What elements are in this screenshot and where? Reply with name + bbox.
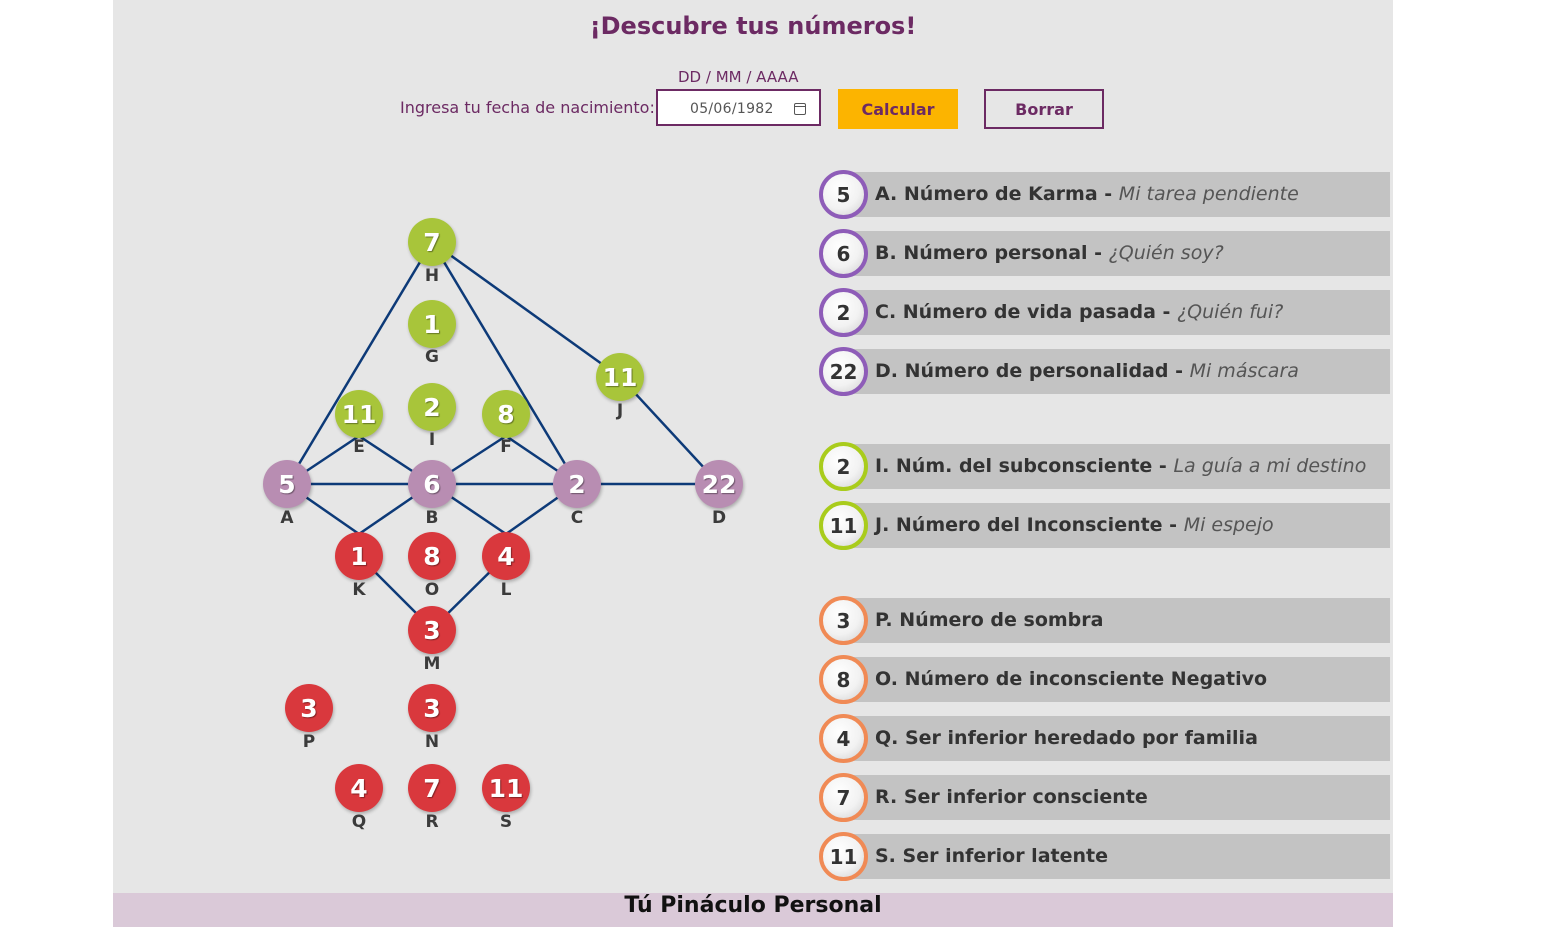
node-R: 7 xyxy=(408,764,456,812)
node-N-label: N xyxy=(424,732,440,752)
node-Q: 4 xyxy=(335,764,383,812)
result-row-negative-unconscious: 8 O. Número de inconsciente Negativo xyxy=(819,655,1390,704)
result-number-badge: 3 xyxy=(819,596,868,645)
result-number-badge: 11 xyxy=(819,832,868,881)
result-subtitle: Mi tarea pendiente xyxy=(1118,183,1299,205)
result-number-badge: 6 xyxy=(819,229,868,278)
result-subtitle: Mi espejo xyxy=(1183,514,1274,536)
result-number-badge: 8 xyxy=(819,655,868,704)
result-row-subconscious: 2 I. Núm. del subconsciente - La guía a … xyxy=(819,442,1390,491)
result-title: I. Núm. del subconsciente - xyxy=(875,455,1174,477)
result-row-karma: 5 A. Número de Karma - Mi tarea pendient… xyxy=(819,170,1390,219)
node-P: 3 xyxy=(285,684,333,732)
node-D: 22 xyxy=(695,460,743,508)
result-row-personality: 22 D. Número de personalidad - Mi máscar… xyxy=(819,347,1390,396)
node-S: 11 xyxy=(482,764,530,812)
result-text: P. Número de sombra xyxy=(875,609,1103,631)
node-K: 1 xyxy=(335,532,383,580)
node-E-label: E xyxy=(353,437,365,457)
result-row-latent-inferior: 11 S. Ser inferior latente xyxy=(819,832,1390,881)
node-J: 11 xyxy=(596,353,644,401)
node-O: 8 xyxy=(408,532,456,580)
result-number-badge: 22 xyxy=(819,347,868,396)
node-A: 5 xyxy=(263,460,311,508)
result-subtitle: La guía a mi destino xyxy=(1173,455,1367,477)
node-I-label: I xyxy=(428,430,436,450)
result-title: P. Número de sombra xyxy=(875,609,1104,631)
result-text: C. Número de vida pasada - ¿Quién fui? xyxy=(875,301,1283,323)
node-N: 3 xyxy=(408,684,456,732)
result-number-badge: 11 xyxy=(819,501,868,550)
footer-title: Tú Pináculo Personal xyxy=(113,893,1393,927)
result-row-unconscious: 11 J. Número del Inconsciente - Mi espej… xyxy=(819,501,1390,550)
result-row-conscious-inferior: 7 R. Ser inferior consciente xyxy=(819,773,1390,822)
result-title: B. Número personal - xyxy=(875,242,1109,264)
result-number-badge: 5 xyxy=(819,170,868,219)
result-title: J. Número del Inconsciente - xyxy=(875,514,1184,536)
result-text: O. Número de inconsciente Negativo xyxy=(875,668,1267,690)
result-subtitle: ¿Quién soy? xyxy=(1108,242,1224,264)
result-subtitle: Mi máscara xyxy=(1189,360,1299,382)
main-panel: ¡Descubre tus números! DD / MM / AAAA In… xyxy=(113,0,1393,927)
result-row-past-life: 2 C. Número de vida pasada - ¿Quién fui? xyxy=(819,288,1390,337)
node-I: 2 xyxy=(408,383,456,431)
node-J-label: J xyxy=(616,401,624,421)
result-title: D. Número de personalidad - xyxy=(875,360,1190,382)
node-S-label: S xyxy=(499,812,513,832)
node-C: 2 xyxy=(553,460,601,508)
node-R-label: R xyxy=(425,812,439,832)
node-M: 3 xyxy=(408,606,456,654)
node-Q-label: Q xyxy=(351,812,367,832)
result-subtitle: ¿Quién fui? xyxy=(1177,301,1284,323)
result-number-badge: 2 xyxy=(819,442,868,491)
node-F-label: F xyxy=(500,437,512,457)
result-title: O. Número de inconsciente Negativo xyxy=(875,668,1268,690)
result-number-badge: 2 xyxy=(819,288,868,337)
node-H-label: H xyxy=(424,266,440,286)
result-text: J. Número del Inconsciente - Mi espejo xyxy=(875,514,1274,536)
result-row-personal: 6 B. Número personal - ¿Quién soy? xyxy=(819,229,1390,278)
result-title: Q. Ser inferior heredado por familia xyxy=(875,727,1258,749)
node-B-label: B xyxy=(425,508,439,528)
node-O-label: O xyxy=(424,580,440,600)
result-title: A. Número de Karma - xyxy=(875,183,1119,205)
node-F: 8 xyxy=(482,390,530,438)
result-number-badge: 4 xyxy=(819,714,868,763)
result-row-shadow: 3 P. Número de sombra xyxy=(819,596,1390,645)
node-G: 1 xyxy=(408,300,456,348)
result-row-inherited: 4 Q. Ser inferior heredado por familia xyxy=(819,714,1390,763)
node-L-label: L xyxy=(500,580,512,600)
result-text: I. Núm. del subconsciente - La guía a mi… xyxy=(875,455,1366,477)
node-C-label: C xyxy=(570,508,584,528)
result-number-badge: 7 xyxy=(819,773,868,822)
node-G-label: G xyxy=(425,347,439,367)
result-title: C. Número de vida pasada - xyxy=(875,301,1178,323)
node-B: 6 xyxy=(408,460,456,508)
node-H: 7 xyxy=(408,218,456,266)
result-text: Q. Ser inferior heredado por familia xyxy=(875,727,1258,749)
result-title: S. Ser inferior latente xyxy=(875,845,1108,867)
result-text: B. Número personal - ¿Quién soy? xyxy=(875,242,1224,264)
result-text: D. Número de personalidad - Mi máscara xyxy=(875,360,1299,382)
result-text: A. Número de Karma - Mi tarea pendiente xyxy=(875,183,1299,205)
node-K-label: K xyxy=(352,580,366,600)
result-text: R. Ser inferior consciente xyxy=(875,786,1148,808)
node-L: 4 xyxy=(482,532,530,580)
node-A-label: A xyxy=(280,508,294,528)
result-title: R. Ser inferior consciente xyxy=(875,786,1148,808)
node-D-label: D xyxy=(711,508,727,528)
node-P-label: P xyxy=(302,732,316,752)
node-M-label: M xyxy=(423,654,441,674)
node-E: 11 xyxy=(335,390,383,438)
result-text: S. Ser inferior latente xyxy=(875,845,1108,867)
